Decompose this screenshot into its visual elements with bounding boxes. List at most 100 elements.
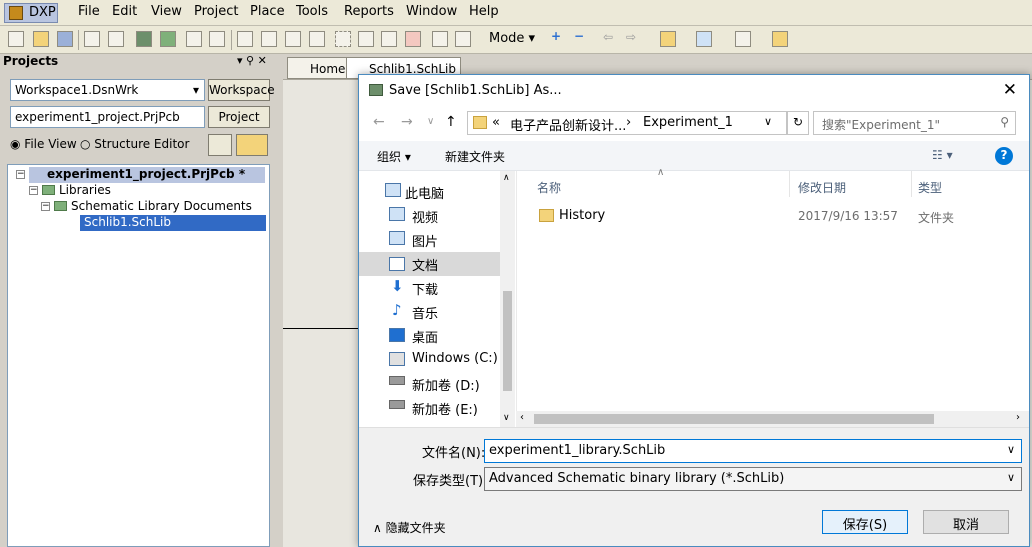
chevron-down-icon[interactable]: ∨: [764, 115, 772, 128]
zoom-out-icon[interactable]: [209, 31, 225, 47]
breadcrumb-item[interactable]: Experiment_1: [643, 115, 733, 130]
menu-window[interactable]: Window: [406, 4, 457, 19]
paste-icon[interactable]: [285, 31, 301, 47]
board-icon[interactable]: [160, 31, 176, 47]
project-field[interactable]: experiment1_project.PrjPcb: [10, 106, 205, 128]
folder-options-icon[interactable]: [236, 134, 268, 156]
undo-icon[interactable]: [432, 31, 448, 47]
cross-select-icon[interactable]: [381, 31, 397, 47]
nav-scrollbar[interactable]: ∧ ∨: [500, 171, 515, 427]
back-arrow-icon[interactable]: ⇦: [603, 30, 619, 46]
save-button[interactable]: 保存(S): [822, 510, 908, 534]
nav-item-computer[interactable]: 此电脑: [405, 183, 444, 202]
tree-schlib-file[interactable]: Schlib1.SchLib: [80, 215, 266, 231]
chevron-down-icon[interactable]: ∨: [1007, 471, 1015, 484]
save-icon[interactable]: [57, 31, 73, 47]
move-icon[interactable]: [358, 31, 374, 47]
workspace-button[interactable]: Workspace: [208, 79, 275, 101]
remove-icon[interactable]: −: [574, 29, 590, 45]
view-options-icon[interactable]: ☷ ▾: [932, 148, 953, 162]
up-icon[interactable]: ↑: [445, 114, 457, 130]
menu-view[interactable]: View: [151, 4, 182, 19]
nav-item-videos[interactable]: 视频: [412, 207, 438, 226]
new-folder-button[interactable]: 新建文件夹: [445, 148, 505, 165]
nav-item-drive-c[interactable]: Windows (C:): [412, 351, 498, 366]
camera-icon[interactable]: [772, 31, 788, 47]
cut-icon[interactable]: [237, 31, 253, 47]
nav-item-pictures[interactable]: 图片: [412, 231, 438, 250]
menu-edit[interactable]: Edit: [112, 4, 137, 19]
menu-reports[interactable]: Reports: [344, 4, 394, 19]
clear-selection-icon[interactable]: [405, 31, 421, 47]
back-icon[interactable]: ←: [373, 114, 385, 130]
scroll-up-icon[interactable]: ∧: [503, 173, 510, 183]
tab-home[interactable]: Home: [287, 57, 351, 79]
project-button[interactable]: Project: [208, 106, 270, 128]
menu-tools[interactable]: Tools: [296, 4, 328, 19]
scroll-right-icon[interactable]: ›: [1016, 412, 1020, 423]
scroll-left-icon[interactable]: ‹: [520, 412, 524, 423]
col-name[interactable]: 名称: [537, 179, 561, 196]
forward-arrow-icon[interactable]: ⇨: [626, 30, 642, 46]
scroll-thumb[interactable]: [534, 414, 934, 424]
list-item[interactable]: History 2017/9/16 13:57 文件夹: [517, 203, 1030, 227]
select-area-icon[interactable]: [335, 31, 351, 47]
open-folder-icon[interactable]: [33, 31, 49, 47]
workspace-select[interactable]: Workspace1.DsnWrk ▾: [10, 79, 205, 101]
menu-help[interactable]: Help: [469, 4, 499, 19]
forward-icon[interactable]: →: [401, 114, 413, 130]
collapse-icon[interactable]: −: [41, 202, 50, 211]
nav-item-desktop[interactable]: 桌面: [412, 327, 438, 346]
redo-icon[interactable]: [455, 31, 471, 47]
nav-item-documents[interactable]: 文档: [412, 255, 438, 274]
hide-folders-toggle[interactable]: ∧ 隐藏文件夹: [373, 519, 446, 536]
tree-project[interactable]: experiment1_project.PrjPcb *: [29, 167, 265, 183]
tree-schlib-docs[interactable]: Schematic Library Documents: [71, 199, 252, 213]
menu-project[interactable]: Project: [194, 4, 238, 19]
component-icon[interactable]: [660, 31, 676, 47]
col-type[interactable]: 类型: [918, 179, 942, 196]
refresh-icon[interactable]: ↻: [787, 111, 809, 135]
nav-item-drive-e[interactable]: 新加卷 (E:): [412, 399, 478, 418]
scroll-down-icon[interactable]: ∨: [503, 413, 510, 423]
print-icon[interactable]: [84, 31, 100, 47]
wire-tool-icon[interactable]: [696, 31, 712, 47]
collapse-icon[interactable]: −: [16, 170, 25, 179]
radio-file-view[interactable]: ◉ File View: [10, 137, 77, 151]
address-bar[interactable]: « 电子产品创新设计... › Experiment_1 ∨: [467, 111, 787, 135]
scroll-thumb[interactable]: [503, 291, 512, 391]
panel-menu-icon[interactable]: ▾ ⚲ ✕: [237, 54, 267, 67]
chevron-down-icon[interactable]: ∨: [1007, 443, 1015, 456]
add-icon[interactable]: +: [551, 29, 567, 45]
col-date[interactable]: 修改日期: [798, 179, 846, 196]
collapse-icon[interactable]: −: [29, 186, 38, 195]
breadcrumb-overflow[interactable]: «: [492, 115, 500, 130]
organize-button[interactable]: 组织 ▾: [377, 148, 411, 165]
nav-item-downloads[interactable]: 下载: [412, 279, 438, 298]
rubber-stamp-icon[interactable]: [309, 31, 325, 47]
help-icon[interactable]: ?: [995, 147, 1013, 165]
new-file-icon[interactable]: [8, 31, 24, 47]
cancel-button[interactable]: 取消: [923, 510, 1009, 534]
search-input[interactable]: 搜索"Experiment_1" ⚲: [813, 111, 1016, 135]
copy-icon[interactable]: [261, 31, 277, 47]
dxp-menu[interactable]: DXP: [4, 3, 58, 23]
filename-input[interactable]: experiment1_library.SchLib ∨: [484, 439, 1022, 463]
menu-place[interactable]: Place: [250, 4, 285, 19]
zoom-in-icon[interactable]: [186, 31, 202, 47]
nav-item-drive-d[interactable]: 新加卷 (D:): [412, 375, 480, 394]
filetype-select[interactable]: Advanced Schematic binary library (*.Sch…: [484, 467, 1022, 491]
radio-structure-editor[interactable]: ○ Structure Editor: [80, 137, 189, 151]
mode-dropdown[interactable]: Mode ▾: [489, 31, 535, 46]
stack-icon[interactable]: [208, 134, 232, 156]
recent-dropdown-icon[interactable]: ∨: [427, 116, 434, 127]
grid-icon[interactable]: [735, 31, 751, 47]
horizontal-scrollbar[interactable]: ‹ ›: [516, 411, 1029, 427]
layers-icon[interactable]: [136, 31, 152, 47]
menu-file[interactable]: File: [78, 4, 100, 19]
print-preview-icon[interactable]: [108, 31, 124, 47]
close-button[interactable]: ✕: [1003, 80, 1017, 100]
tree-libraries[interactable]: Libraries: [59, 183, 111, 197]
nav-item-music[interactable]: 音乐: [412, 303, 438, 322]
breadcrumb-item[interactable]: 电子产品创新设计...: [510, 115, 626, 134]
